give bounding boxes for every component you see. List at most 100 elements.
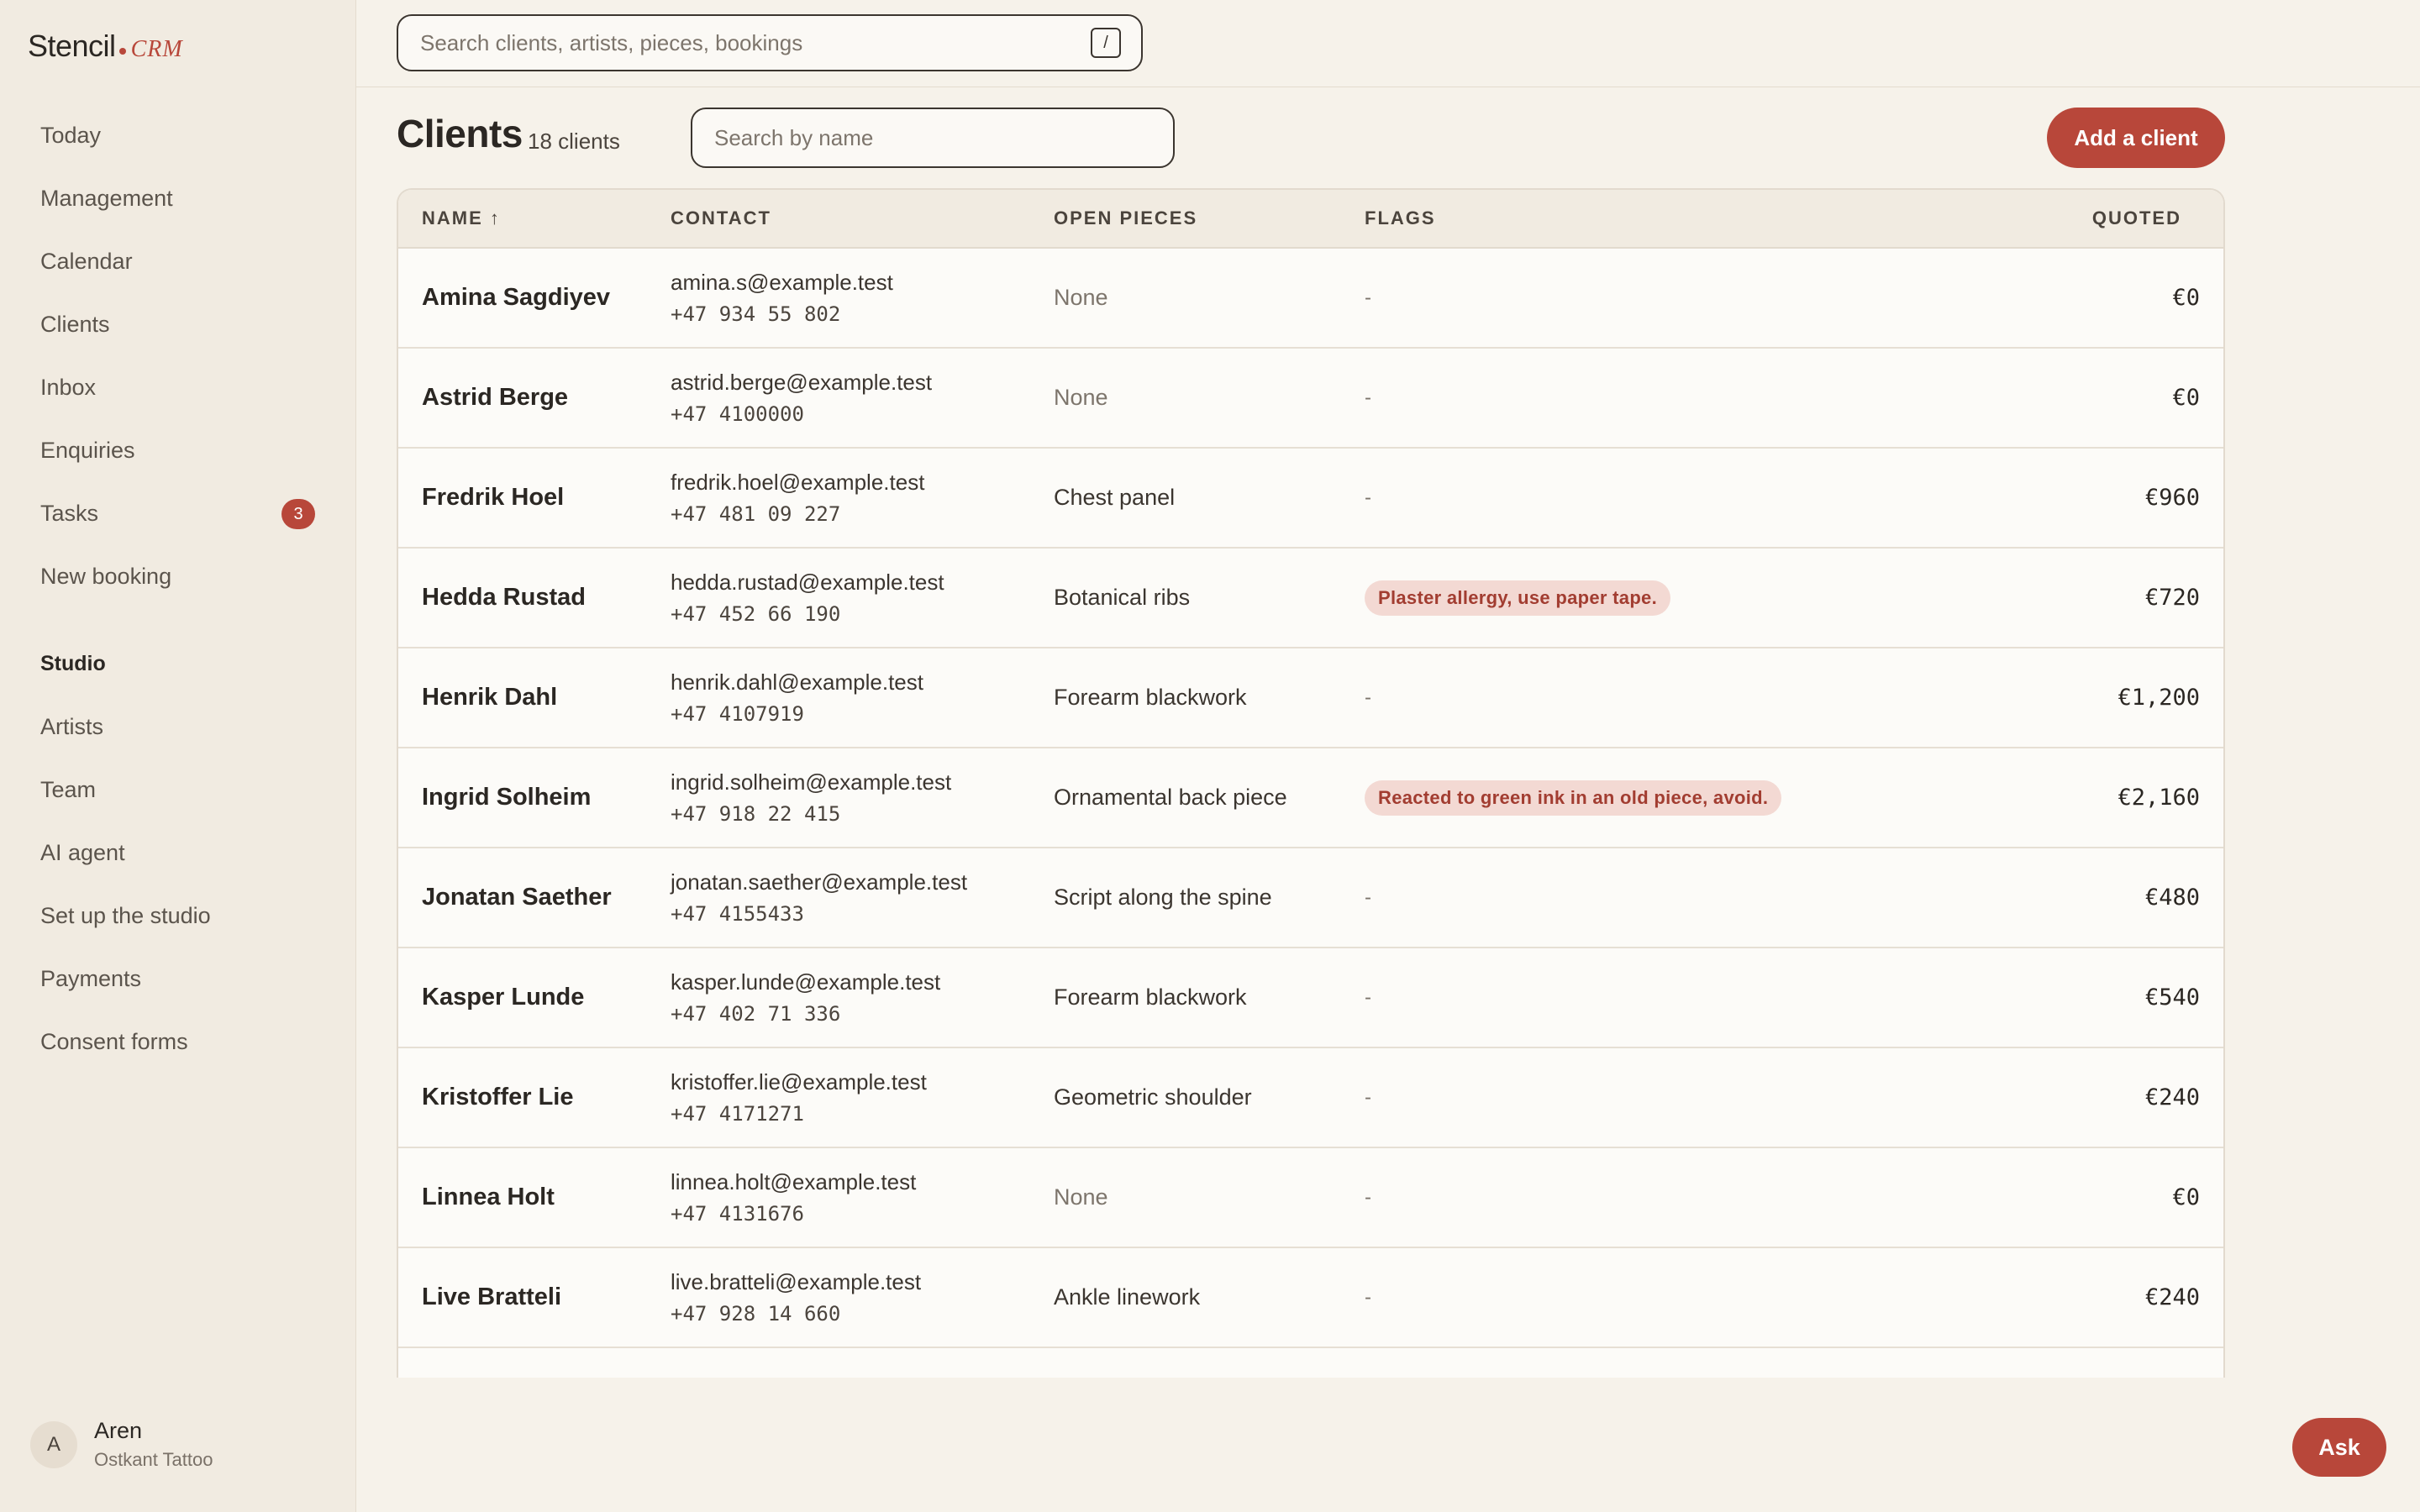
client-phone: +47 481 09 227 xyxy=(671,502,841,526)
client-contact: amina.s@example.test +47 934 55 802 xyxy=(671,249,893,347)
client-email[interactable]: amina.s@example.test xyxy=(671,270,893,296)
client-email[interactable]: fredrik.hoel@example.test xyxy=(671,470,924,496)
add-client-button[interactable]: Add a client xyxy=(2047,108,2225,168)
client-email[interactable]: henrik.dahl@example.test xyxy=(671,669,923,696)
table-row[interactable]: Maja Rodland maja.rodland@example.test Mot… xyxy=(398,1348,2223,1378)
clients-table: NAME ↑ CONTACT OPEN PIECES FLAGS QUOTED … xyxy=(397,188,2225,1378)
sidebar-item-tasks[interactable]: Tasks 3 xyxy=(40,493,315,533)
client-email[interactable]: kristoffer.lie@example.test xyxy=(671,1069,927,1095)
table-row[interactable]: Kristoffer Lie kristoffer.lie@example.tes… xyxy=(398,1048,2223,1148)
table-row[interactable]: Hedda Rustad hedda.rustad@example.test +47… xyxy=(398,549,2223,648)
table-row[interactable]: Ingrid Solheim ingrid.solheim@example.tes… xyxy=(398,748,2223,848)
client-name[interactable]: Kasper Lunde xyxy=(422,948,584,1047)
brand-suffix: CRM xyxy=(130,36,183,62)
open-piece: Forearm blackwork xyxy=(1054,984,1247,1010)
sidebar: Stencil CRM Today Management Calendar Cl… xyxy=(0,0,356,1512)
client-email[interactable]: live.bratteli@example.test xyxy=(671,1269,921,1295)
table-row[interactable]: Kasper Lunde kasper.lunde@example.test +47… xyxy=(398,948,2223,1048)
sidebar-item-today[interactable]: Today xyxy=(40,115,315,155)
ask-button[interactable]: Ask xyxy=(2292,1418,2386,1477)
quoted-amount: €960 xyxy=(2144,485,2200,511)
client-phone: +47 4131676 xyxy=(671,1202,804,1226)
open-piece: Moth sternum xyxy=(1054,1348,1192,1378)
tasks-count-badge: 3 xyxy=(281,499,315,529)
global-search-input[interactable] xyxy=(418,29,1091,57)
flag-empty: - xyxy=(1365,386,1371,409)
sidebar-item-clients[interactable]: Clients xyxy=(40,304,315,344)
client-email[interactable]: hedda.rustad@example.test xyxy=(671,570,944,596)
sidebar-item-inbox[interactable]: Inbox xyxy=(40,367,315,407)
client-name[interactable]: Ingrid Solheim xyxy=(422,748,591,847)
avatar: A xyxy=(30,1420,77,1468)
client-flags: - xyxy=(1365,249,1371,347)
sidebar-item-label: Calendar xyxy=(40,248,133,274)
name-search[interactable] xyxy=(691,108,1175,168)
quoted-amount: €720 xyxy=(2144,585,2200,611)
client-email[interactable]: astrid.berge@example.test xyxy=(671,370,932,396)
column-header-quoted: QUOTED xyxy=(2091,207,2181,228)
global-search[interactable]: / xyxy=(397,14,1143,71)
table-row[interactable]: Live Bratteli live.bratteli@example.test +… xyxy=(398,1248,2223,1348)
table-row[interactable]: Henrik Dahl henrik.dahl@example.test +47 4… xyxy=(398,648,2223,748)
client-email[interactable]: linnea.holt@example.test xyxy=(671,1169,916,1195)
sidebar-item-management[interactable]: Management xyxy=(40,178,315,218)
sidebar-item-payments[interactable]: Payments xyxy=(40,958,315,999)
sidebar-item-consent-forms[interactable]: Consent forms xyxy=(40,1021,315,1062)
user-studio: Ostkant Tattoo xyxy=(94,1449,213,1470)
client-name[interactable]: Jonatan Saether xyxy=(422,848,612,947)
client-contact: hedda.rustad@example.test +47 452 66 190 xyxy=(671,549,944,647)
sidebar-item-label: Management xyxy=(40,185,173,211)
flag-badge: Plaster allergy, use paper tape. xyxy=(1365,580,1671,616)
column-header-flags: FLAGS xyxy=(1365,207,1436,228)
client-name[interactable]: Maja Rodland xyxy=(422,1348,581,1378)
client-name[interactable]: Henrik Dahl xyxy=(422,648,557,747)
client-name[interactable]: Linnea Holt xyxy=(422,1148,555,1247)
client-name[interactable]: Amina Sagdiyev xyxy=(422,249,610,347)
sidebar-item-label: Team xyxy=(40,776,97,802)
sidebar-item-label: Today xyxy=(40,122,102,148)
table-row[interactable]: Astrid Berge astrid.berge@example.test +47… xyxy=(398,349,2223,449)
client-phone: +47 934 55 802 xyxy=(671,302,841,326)
sidebar-item-calendar[interactable]: Calendar xyxy=(40,241,315,281)
user-profile[interactable]: A Aren Ostkant Tattoo xyxy=(30,1418,213,1471)
sidebar-item-new-booking[interactable]: New booking xyxy=(40,556,315,596)
quoted-amount: €1,200 xyxy=(2118,685,2200,711)
client-phone: +47 452 66 190 xyxy=(671,602,841,626)
sidebar-item-enquiries[interactable]: Enquiries xyxy=(40,430,315,470)
table-row[interactable]: Jonatan Saether jonatan.saether@example.t… xyxy=(398,848,2223,948)
open-piece: Ankle linework xyxy=(1054,1284,1201,1310)
sidebar-item-ai-agent[interactable]: AI agent xyxy=(40,832,315,873)
column-header-contact: CONTACT xyxy=(671,207,771,228)
sidebar-item-label: Payments xyxy=(40,965,142,991)
sidebar-item-label: Consent forms xyxy=(40,1028,188,1054)
sidebar-item-setup-studio[interactable]: Set up the studio xyxy=(40,895,315,936)
brand-logo[interactable]: Stencil CRM xyxy=(28,29,183,64)
table-row[interactable]: Linnea Holt linnea.holt@example.test +47 4… xyxy=(398,1148,2223,1248)
client-email[interactable]: kasper.lunde@example.test xyxy=(671,969,940,995)
client-name[interactable]: Live Bratteli xyxy=(422,1248,561,1347)
brand-name: Stencil xyxy=(28,29,116,63)
column-header-name[interactable]: NAME ↑ xyxy=(422,190,501,247)
quoted-amount: €240 xyxy=(2144,1084,2200,1110)
client-flags: - xyxy=(1365,1048,1371,1147)
column-header-open-pieces: OPEN PIECES xyxy=(1054,207,1198,228)
client-email[interactable]: jonatan.saether@example.test xyxy=(671,869,967,895)
open-piece: Forearm blackwork xyxy=(1054,685,1247,710)
open-piece: None xyxy=(1054,385,1108,410)
client-name[interactable]: Fredrik Hoel xyxy=(422,449,564,547)
client-name[interactable]: Astrid Berge xyxy=(422,349,568,447)
flag-empty: - xyxy=(1365,486,1371,509)
name-search-input[interactable] xyxy=(713,123,1153,152)
client-name[interactable]: Hedda Rustad xyxy=(422,549,586,647)
sidebar-item-team[interactable]: Team xyxy=(40,769,315,810)
flag-empty: - xyxy=(1365,985,1371,1009)
table-row[interactable]: Fredrik Hoel fredrik.hoel@example.test +47… xyxy=(398,449,2223,549)
client-phone: +47 928 14 660 xyxy=(671,1302,841,1326)
table-row[interactable]: Amina Sagdiyev amina.s@example.test +47 93… xyxy=(398,249,2223,349)
open-piece: None xyxy=(1054,285,1108,310)
client-name[interactable]: Kristoffer Lie xyxy=(422,1048,573,1147)
flag-empty: - xyxy=(1365,685,1371,709)
client-email[interactable]: ingrid.solheim@example.test xyxy=(671,769,951,795)
user-info: Aren Ostkant Tattoo xyxy=(94,1418,213,1471)
sidebar-item-artists[interactable]: Artists xyxy=(40,706,315,747)
